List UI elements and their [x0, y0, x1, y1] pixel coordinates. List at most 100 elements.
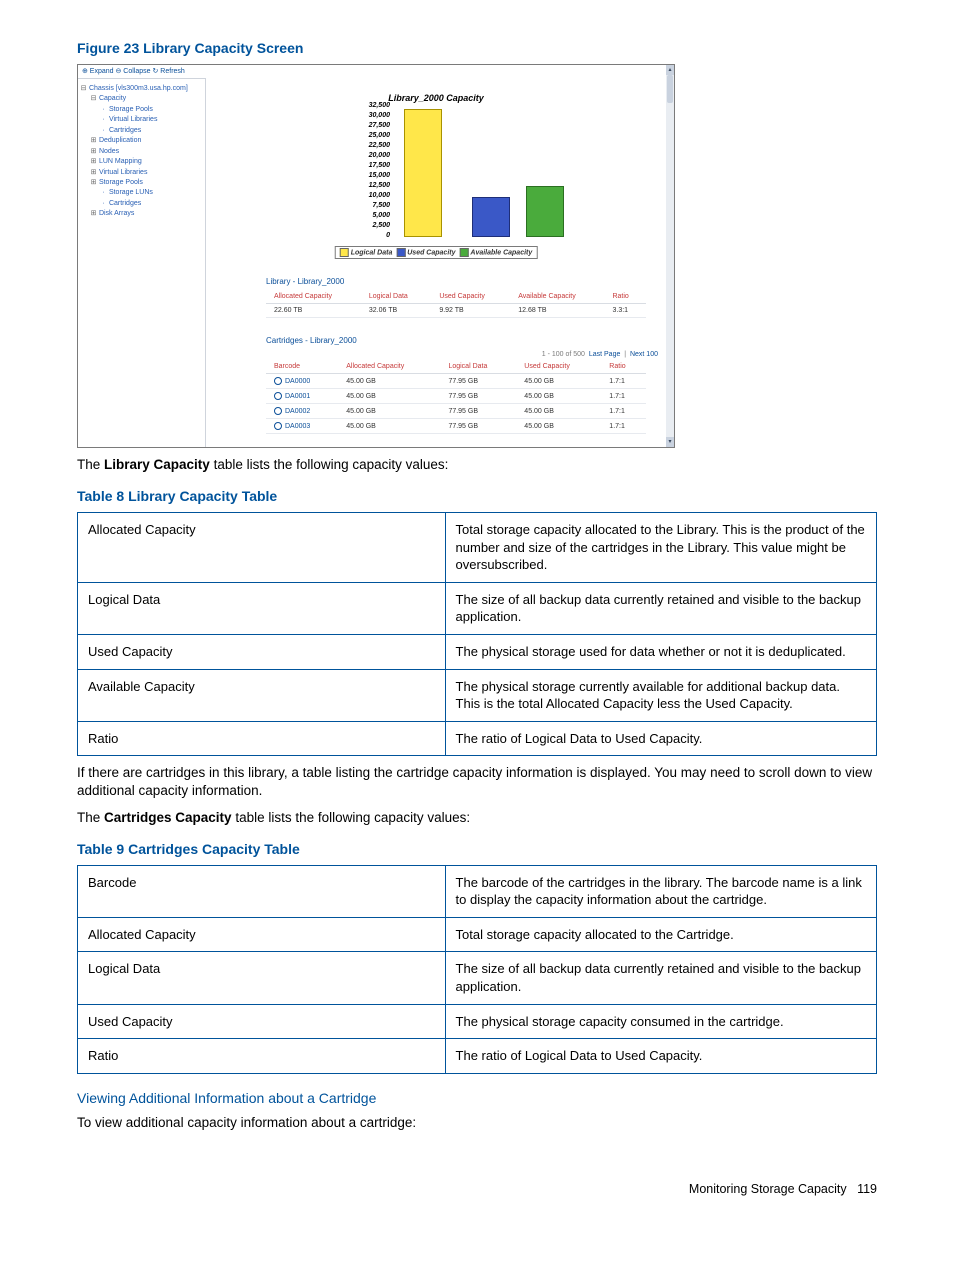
pager-next-link[interactable]: Next 100	[630, 351, 658, 358]
legend-swatch-available	[459, 248, 468, 257]
bullet-icon: ·	[100, 126, 107, 135]
table9-caption: Table 9 Cartridges Capacity Table	[77, 841, 877, 857]
bullet-icon: ·	[100, 199, 107, 208]
expand-icon[interactable]: ⊞	[90, 168, 97, 177]
table-row: DA000245.00 GB77.95 GB45.00 GB1.7:1	[266, 404, 646, 419]
column-header: Logical Data	[361, 290, 431, 304]
collapse-icon[interactable]: ⊟	[80, 84, 87, 93]
tree-item[interactable]: · Virtual Libraries	[80, 115, 203, 124]
nav-tree[interactable]: ⊟ Chassis [vls300m3.usa.hp.com]⊟ Capacit…	[78, 79, 206, 447]
column-header: Available Capacity	[510, 290, 604, 304]
paragraph-view-additional: To view additional capacity information …	[77, 1114, 877, 1132]
table8-library-capacity: Allocated CapacityTotal storage capacity…	[77, 512, 877, 756]
y-tick: 30,000	[352, 112, 390, 119]
column-header: Allocated Capacity	[338, 360, 440, 374]
bullet-icon: ·	[100, 105, 107, 114]
y-tick: 25,000	[352, 132, 390, 139]
column-header: Allocated Capacity	[266, 290, 361, 304]
main-panel: Library_2000 Capacity 32,50030,00027,500…	[206, 65, 666, 447]
column-header: Used Capacity	[431, 290, 510, 304]
scroll-thumb[interactable]	[667, 75, 673, 103]
paragraph-cartridges-intro: The Cartridges Capacity table lists the …	[77, 809, 877, 827]
column-header: Logical Data	[440, 360, 516, 374]
tree-item[interactable]: ⊞ Storage Pools	[80, 178, 203, 187]
table-row: Logical DataThe size of all backup data …	[78, 582, 877, 634]
figure-caption: Figure 23 Library Capacity Screen	[77, 40, 877, 56]
disc-icon	[274, 422, 282, 430]
library-capacity-table: Allocated CapacityLogical DataUsed Capac…	[266, 290, 646, 318]
tree-item[interactable]: ⊟ Chassis [vls300m3.usa.hp.com]	[80, 84, 203, 93]
section-cartridges-title: Cartridges - Library_2000	[266, 336, 666, 345]
pager: 1 - 100 of 500 Last Page | Next 100	[206, 351, 658, 358]
table9-cartridges-capacity: BarcodeThe barcode of the cartridges in …	[77, 865, 877, 1074]
legend-swatch-used	[396, 248, 405, 257]
subheading-view-additional: Viewing Additional Information about a C…	[77, 1090, 877, 1106]
bullet-icon: ·	[100, 115, 107, 124]
tree-item[interactable]: ⊞ Nodes	[80, 147, 203, 156]
expand-icon[interactable]: ⊞	[90, 136, 97, 145]
page-footer: Monitoring Storage Capacity 119	[77, 1182, 877, 1196]
collapse-icon[interactable]: ⊟	[90, 94, 97, 103]
tree-item[interactable]: · Cartridges	[80, 126, 203, 135]
expand-icon[interactable]: ⊞	[90, 209, 97, 218]
table-row: Available CapacityThe physical storage c…	[78, 669, 877, 721]
tree-item[interactable]: · Storage LUNs	[80, 188, 203, 197]
barcode-link[interactable]: DA0003	[266, 419, 338, 434]
y-tick: 2,500	[352, 222, 390, 229]
scrollbar[interactable]: ▴ ▾	[666, 65, 674, 447]
bar-used-capacity	[472, 197, 510, 237]
barcode-link[interactable]: DA0000	[266, 374, 338, 389]
table-row: Allocated CapacityTotal storage capacity…	[78, 513, 877, 583]
tree-item[interactable]: ⊞ Disk Arrays	[80, 209, 203, 218]
column-header: Used Capacity	[516, 360, 601, 374]
y-tick: 22,500	[352, 142, 390, 149]
column-header: Barcode	[266, 360, 338, 374]
y-tick: 0	[352, 232, 390, 239]
tree-item[interactable]: ⊞ Deduplication	[80, 136, 203, 145]
column-header: Ratio	[604, 290, 646, 304]
table-row: Logical DataThe size of all backup data …	[78, 952, 877, 1004]
y-tick: 27,500	[352, 122, 390, 129]
tree-item[interactable]: ⊞ Virtual Libraries	[80, 168, 203, 177]
legend-swatch-logical	[340, 248, 349, 257]
table-row: BarcodeThe barcode of the cartridges in …	[78, 865, 877, 917]
column-header: Ratio	[601, 360, 646, 374]
barcode-link[interactable]: DA0001	[266, 389, 338, 404]
tree-item[interactable]: · Cartridges	[80, 199, 203, 208]
scroll-down-icon[interactable]: ▾	[666, 437, 674, 447]
pager-last-link[interactable]: Last Page	[589, 351, 621, 358]
scroll-up-icon[interactable]: ▴	[666, 65, 674, 75]
table-row: Used CapacityThe physical storage used f…	[78, 634, 877, 669]
table-row: DA000045.00 GB77.95 GB45.00 GB1.7:1	[266, 374, 646, 389]
paragraph-cartridge-note: If there are cartridges in this library,…	[77, 764, 877, 800]
y-tick: 10,000	[352, 192, 390, 199]
expand-icon[interactable]: ⊞	[90, 147, 97, 156]
tree-item[interactable]: ⊞ LUN Mapping	[80, 157, 203, 166]
bullet-icon: ·	[100, 188, 107, 197]
y-tick: 32,500	[352, 102, 390, 109]
y-tick: 20,000	[352, 152, 390, 159]
section-library-title: Library - Library_2000	[266, 277, 666, 286]
capacity-bar-chart: 32,50030,00027,50025,00022,50020,00017,5…	[276, 105, 596, 259]
y-tick: 15,000	[352, 172, 390, 179]
screenshot-library-capacity: ⊕ Expand ⊖ Collapse ↻ Refresh ⊟ Chassis …	[77, 64, 675, 448]
expand-icon[interactable]: ⊞	[90, 157, 97, 166]
table-row: RatioThe ratio of Logical Data to Used C…	[78, 1039, 877, 1074]
table8-caption: Table 8 Library Capacity Table	[77, 488, 877, 504]
tree-item[interactable]: · Storage Pools	[80, 105, 203, 114]
paragraph-library-intro: The Library Capacity table lists the fol…	[77, 456, 877, 474]
y-tick: 12,500	[352, 182, 390, 189]
table-row: DA000345.00 GB77.95 GB45.00 GB1.7:1	[266, 419, 646, 434]
table-row: Used CapacityThe physical storage capaci…	[78, 1004, 877, 1039]
disc-icon	[274, 392, 282, 400]
y-tick: 7,500	[352, 202, 390, 209]
bar-logical-data	[404, 109, 442, 237]
table-row: DA000145.00 GB77.95 GB45.00 GB1.7:1	[266, 389, 646, 404]
tree-item[interactable]: ⊟ Capacity	[80, 94, 203, 103]
disc-icon	[274, 377, 282, 385]
table-row: Allocated CapacityTotal storage capacity…	[78, 917, 877, 952]
tree-toolbar[interactable]: ⊕ Expand ⊖ Collapse ↻ Refresh	[78, 65, 206, 79]
barcode-link[interactable]: DA0002	[266, 404, 338, 419]
expand-icon[interactable]: ⊞	[90, 178, 97, 187]
bar-available-capacity	[526, 186, 564, 237]
